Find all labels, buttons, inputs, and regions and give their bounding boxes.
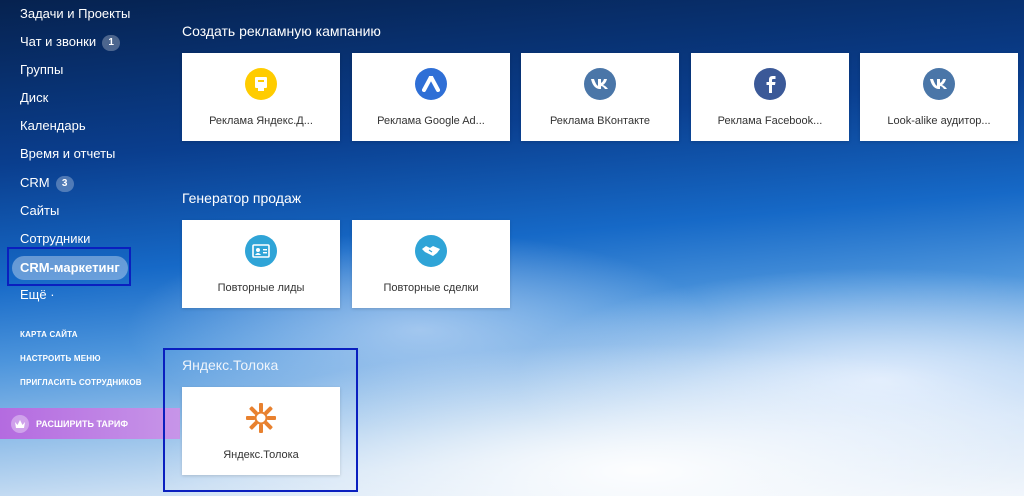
sidebar-item-label: Чат и звонки: [20, 34, 97, 49]
tile-label: Реклама Яндекс.Д...: [209, 115, 313, 127]
tile-label: Повторные лиды: [217, 282, 305, 294]
tile-vkontakte[interactable]: Реклама ВКонтакте: [521, 53, 679, 141]
sidebar-item-tasks[interactable]: Задачи и Проекты: [20, 2, 130, 26]
sidebar-item-label: Задачи и Проекты: [20, 6, 131, 21]
sidebar-item-label: Группы: [20, 62, 64, 77]
sidebar-item-label: Сайты: [20, 203, 60, 218]
sitemap-link[interactable]: КАРТА САЙТА: [20, 330, 78, 339]
tile-repeat-deals[interactable]: Повторные сделки: [352, 220, 510, 308]
sidebar-item-calendar[interactable]: Календарь: [20, 114, 86, 138]
sidebar-item-label: Ещё ·: [20, 287, 55, 302]
sidebar-item-chat[interactable]: Чат и звонки 1: [20, 30, 121, 54]
configure-menu-link[interactable]: НАСТРОИТЬ МЕНЮ: [20, 354, 101, 363]
tile-label: Реклама ВКонтакте: [549, 115, 651, 127]
sidebar-item-label: Время и отчеты: [20, 146, 116, 161]
crm-count-badge: 3: [55, 176, 74, 192]
sidebar-item-groups[interactable]: Группы: [20, 58, 63, 82]
sidebar-item-disk[interactable]: Диск: [20, 86, 48, 110]
tile-label: Повторные сделки: [383, 282, 479, 294]
tile-label: Реклама Google Ad...: [377, 115, 485, 127]
sidebar-item-label: Диск: [20, 90, 49, 105]
tile-repeat-leads[interactable]: Повторные лиды: [182, 220, 340, 308]
crm-marketing-highlight-frame: [7, 247, 131, 286]
tile-label: Реклама Facebook...: [717, 115, 823, 127]
sidebar-item-sites[interactable]: Сайты: [20, 199, 59, 223]
sidebar-item-label: Сотрудники: [20, 231, 91, 246]
sidebar-item-crm[interactable]: CRM 3: [20, 171, 74, 195]
tile-facebook[interactable]: Реклама Facebook...: [691, 53, 849, 141]
upgrade-plan-label: РАСШИРИТЬ ТАРИФ: [36, 418, 129, 429]
google-ads-icon: [415, 68, 447, 100]
sidebar-item-label: Календарь: [20, 118, 86, 133]
tile-yandex-direct[interactable]: Реклама Яндекс.Д...: [182, 53, 340, 141]
chat-count-badge: 1: [102, 35, 121, 51]
handshake-icon: [415, 235, 447, 267]
sidebar-item-time-reports[interactable]: Время и отчеты: [20, 142, 115, 166]
invite-employees-link[interactable]: ПРИГЛАСИТЬ СОТРУДНИКОВ: [20, 378, 142, 387]
vk-icon: [923, 68, 955, 100]
section-title-sales-generator: Генератор продаж: [182, 190, 302, 206]
vk-icon: [584, 68, 616, 100]
sidebar: Задачи и Проекты Чат и звонки 1 Группы Ди…: [0, 0, 180, 496]
tile-label: Look-alike аудитор...: [887, 115, 991, 127]
upgrade-plan-button[interactable]: РАСШИРИТЬ ТАРИФ: [0, 408, 180, 439]
contact-card-icon: [245, 235, 277, 267]
facebook-icon: [754, 68, 786, 100]
tile-look-alike[interactable]: Look-alike аудитор...: [860, 53, 1018, 141]
toloka-highlight-frame: [163, 348, 358, 492]
sidebar-item-more[interactable]: Ещё ·: [20, 283, 55, 307]
sidebar-item-label: CRM: [20, 175, 50, 190]
tile-google-ads[interactable]: Реклама Google Ad...: [352, 53, 510, 141]
section-title-ad-campaign: Создать рекламную кампанию: [182, 23, 381, 39]
yandex-direct-icon: [245, 68, 277, 100]
crown-icon: [11, 414, 29, 433]
